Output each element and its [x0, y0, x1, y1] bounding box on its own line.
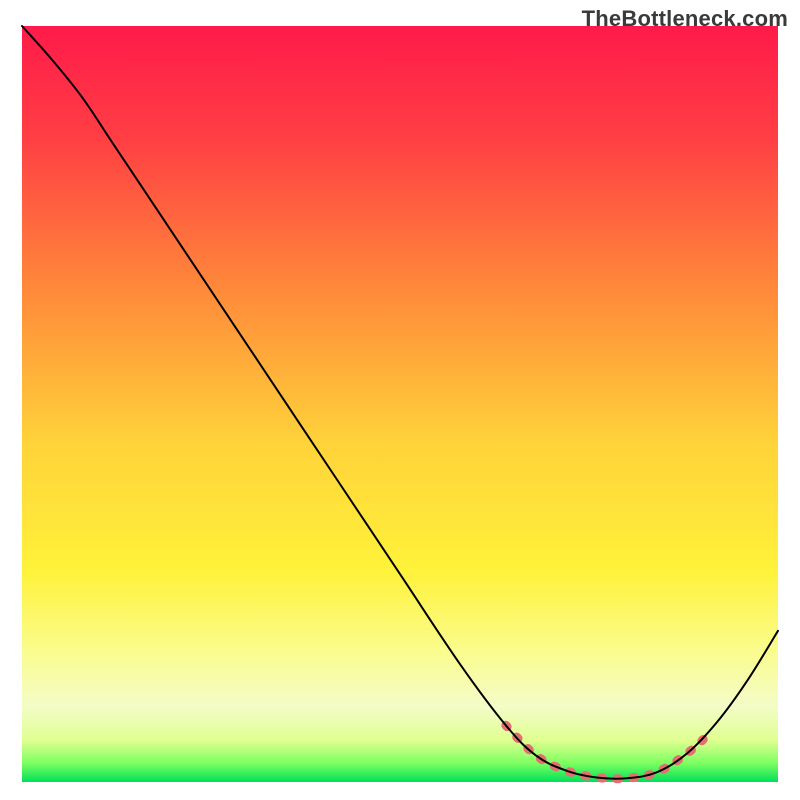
chart-background-gradient	[22, 26, 778, 782]
watermark-text: TheBottleneck.com	[582, 6, 788, 32]
chart-container: TheBottleneck.com	[0, 0, 800, 800]
chart-svg	[0, 0, 800, 800]
